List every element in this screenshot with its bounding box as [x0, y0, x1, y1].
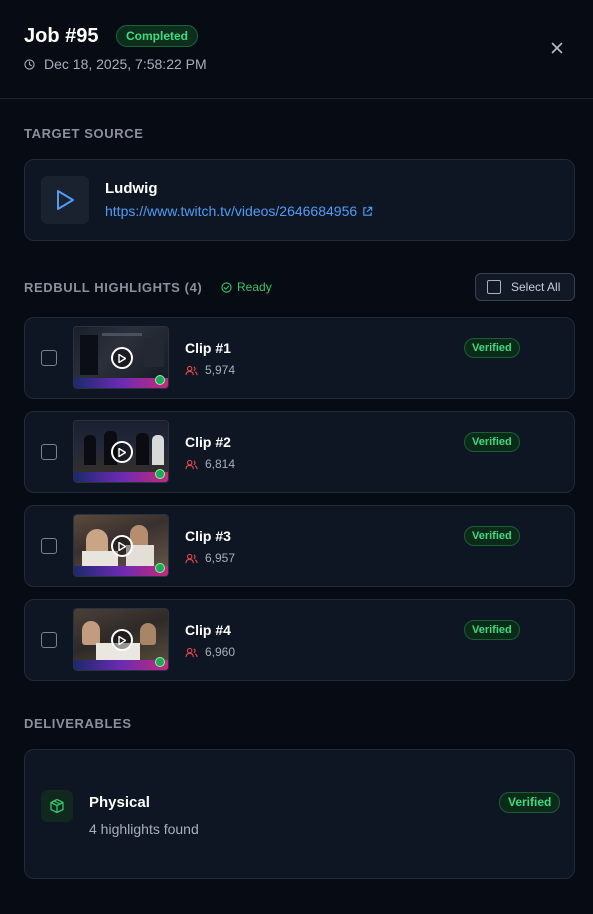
clip-views: 6,957 [185, 551, 235, 565]
source-channel-name: Ludwig [105, 180, 158, 197]
clip-thumbnail[interactable] [73, 326, 169, 389]
source-card: Ludwig https://www.twitch.tv/videos/2646… [24, 159, 575, 241]
check-circle-icon [221, 281, 232, 293]
box-icon-container [41, 790, 73, 822]
select-all-label: Select All [511, 280, 561, 294]
target-source-label: TARGET SOURCE [24, 126, 144, 141]
play-overlay-icon [111, 441, 133, 463]
users-icon [185, 553, 198, 563]
select-all-checkbox[interactable] [487, 280, 501, 294]
clip-thumbnail[interactable] [73, 514, 169, 577]
verified-dot-icon [155, 563, 165, 573]
clip-views: 5,974 [185, 363, 235, 377]
clip-title: Clip #3 [185, 528, 231, 544]
clip-views-count: 6,960 [205, 645, 236, 659]
play-icon [57, 190, 74, 210]
clip-views: 6,814 [185, 457, 235, 471]
clip-thumbnail[interactable] [73, 420, 169, 483]
close-icon [551, 42, 563, 54]
verified-dot-icon [155, 375, 165, 385]
modal-header: Job #95 Completed Dec 18, 2025, 7:58:22 … [0, 0, 593, 99]
job-timestamp-row: Dec 18, 2025, 7:58:22 PM [24, 56, 207, 72]
job-timestamp: Dec 18, 2025, 7:58:22 PM [44, 56, 207, 72]
external-link-icon [363, 206, 373, 216]
job-title: Job #95 [24, 25, 99, 47]
deliverable-card: Physical 4 highlights found Verified [24, 749, 575, 879]
clip-checkbox[interactable] [41, 632, 57, 648]
clock-icon [24, 58, 35, 70]
verified-badge: Verified [464, 338, 520, 358]
clip-views-count: 6,814 [205, 457, 236, 471]
clip-views: 6,960 [185, 645, 235, 659]
clip-title: Clip #1 [185, 340, 231, 356]
clip-checkbox[interactable] [41, 444, 57, 460]
highlights-label: REDBULL HIGHLIGHTS (4) [24, 280, 203, 295]
clip-checkbox[interactable] [41, 538, 57, 554]
highlights-status-text: Ready [237, 280, 272, 294]
verified-dot-icon [155, 469, 165, 479]
verified-dot-icon [155, 657, 165, 667]
clip-title: Clip #4 [185, 622, 231, 638]
deliverable-subtitle: 4 highlights found [89, 821, 199, 837]
clip-card[interactable]: Clip #1 5,974 Verified [24, 317, 575, 399]
verified-badge: Verified [464, 432, 520, 452]
clip-views-count: 6,957 [205, 551, 236, 565]
clip-card[interactable]: Clip #4 6,960 Verified [24, 599, 575, 681]
clip-thumbnail[interactable] [73, 608, 169, 671]
source-thumbnail [41, 176, 89, 224]
source-url-link[interactable]: https://www.twitch.tv/videos/2646684956 [105, 203, 373, 219]
users-icon [185, 459, 198, 469]
users-icon [185, 647, 198, 657]
clip-card[interactable]: Clip #3 6,957 Verified [24, 505, 575, 587]
status-badge: Completed [116, 25, 199, 47]
users-icon [185, 365, 198, 375]
clip-views-count: 5,974 [205, 363, 236, 377]
deliverable-title: Physical [89, 794, 150, 811]
verified-badge: Verified [499, 792, 561, 813]
select-all-button[interactable]: Select All [475, 273, 575, 301]
verified-badge: Verified [464, 620, 520, 640]
source-url-text: https://www.twitch.tv/videos/2646684956 [105, 203, 358, 219]
clip-checkbox[interactable] [41, 350, 57, 366]
clip-title: Clip #2 [185, 434, 231, 450]
close-button[interactable] [547, 38, 567, 58]
play-overlay-icon [111, 535, 133, 557]
play-overlay-icon [111, 347, 133, 369]
box-icon [50, 798, 64, 814]
play-overlay-icon [111, 629, 133, 651]
clip-card[interactable]: Clip #2 6,814 Verified [24, 411, 575, 493]
deliverables-label: DELIVERABLES [24, 716, 132, 731]
verified-badge: Verified [464, 526, 520, 546]
highlights-status: Ready [221, 280, 272, 294]
